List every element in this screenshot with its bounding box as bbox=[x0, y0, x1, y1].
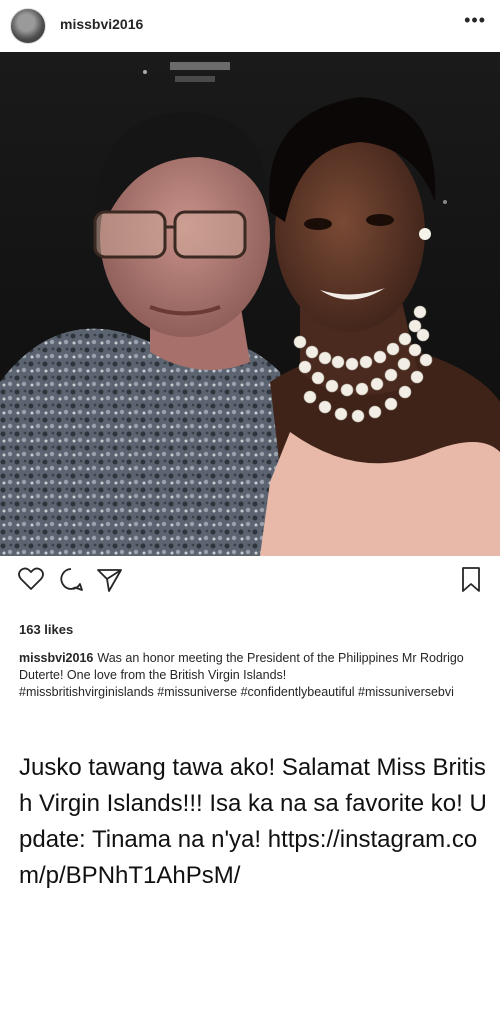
post-photo[interactable] bbox=[0, 52, 500, 556]
likes-count[interactable]: 163 likes bbox=[19, 622, 73, 637]
caption-hashtags[interactable]: #missbritishvirginislands #missuniverse … bbox=[19, 685, 454, 699]
more-horizontal-icon[interactable]: ••• bbox=[464, 10, 486, 31]
post-caption: missbvi2016 Was an honor meeting the Pres… bbox=[19, 650, 479, 701]
post-header: missbvi2016 ••• bbox=[0, 0, 500, 52]
heart-icon[interactable] bbox=[16, 564, 46, 594]
meme-overlay-text: Jusko tawang tawa ako! Salamat Miss Brit… bbox=[19, 750, 497, 894]
bookmark-icon[interactable] bbox=[456, 564, 486, 594]
comment-icon[interactable] bbox=[56, 564, 86, 594]
caption-username[interactable]: missbvi2016 bbox=[19, 651, 93, 665]
avatar[interactable] bbox=[10, 8, 46, 44]
post-actions bbox=[0, 562, 500, 602]
instagram-post: missbvi2016 ••• 163 likes missbvi2016 Wa… bbox=[0, 0, 500, 740]
post-username[interactable]: missbvi2016 bbox=[60, 16, 143, 32]
overlay-paragraph: Jusko tawang tawa ako! Salamat Miss Brit… bbox=[19, 754, 487, 889]
send-icon[interactable] bbox=[94, 564, 124, 594]
